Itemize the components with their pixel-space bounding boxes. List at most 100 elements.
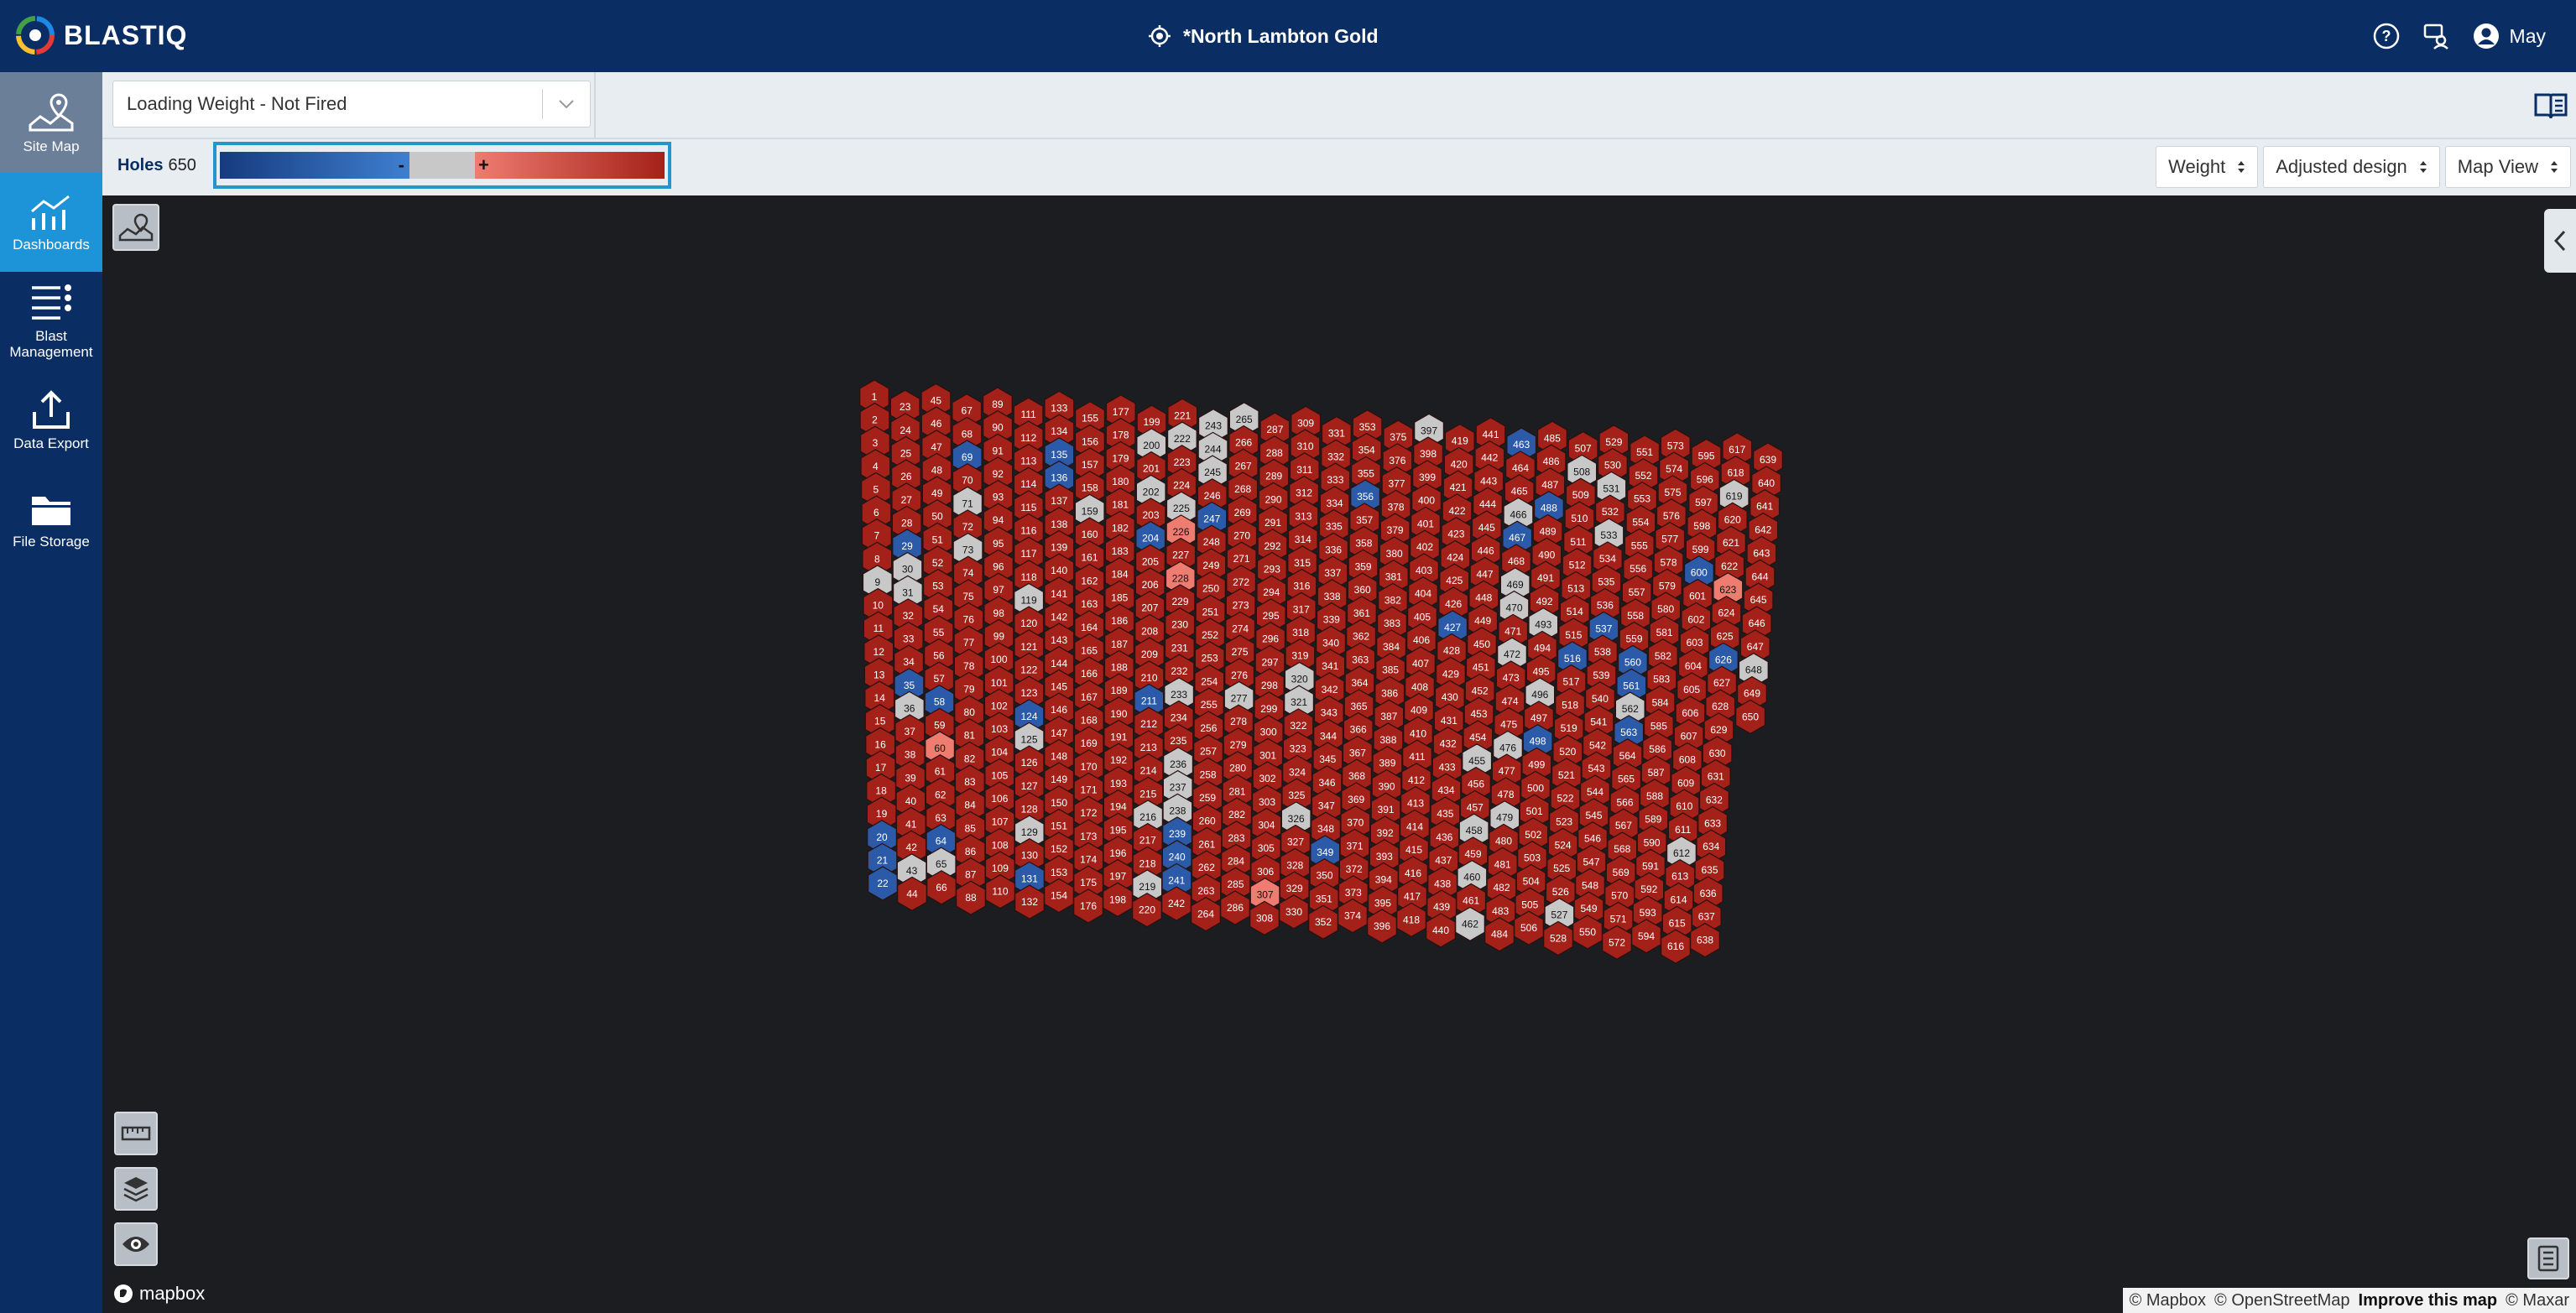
blast-hole-label: 469 — [1507, 579, 1524, 591]
blast-hole-label: 232 — [1171, 665, 1187, 677]
visibility-button[interactable] — [114, 1222, 158, 1266]
book-icon[interactable] — [2532, 87, 2569, 124]
blast-hole-label: 636 — [1700, 888, 1717, 899]
blast-hole-label: 647 — [1747, 641, 1764, 653]
blast-hole-label: 230 — [1171, 619, 1188, 631]
blast-hole-label: 142 — [1051, 612, 1067, 623]
attribution-improve[interactable]: Improve this map — [2359, 1291, 2498, 1310]
attribution-maxar[interactable]: © Maxar — [2506, 1291, 2569, 1310]
chevron-down-icon[interactable] — [543, 99, 590, 109]
blast-hole-label: 375 — [1390, 431, 1406, 443]
map-site-button[interactable] — [112, 204, 159, 251]
blast-hole-label: 13 — [873, 669, 885, 680]
sidebar-item-dashboards[interactable]: Dashboards — [0, 173, 102, 272]
blast-hole-label: 156 — [1082, 435, 1098, 447]
site-selector[interactable]: *North Lambton Gold — [1148, 17, 1379, 55]
blast-hole-label: 73 — [962, 544, 974, 556]
blast-hole-label: 403 — [1416, 565, 1432, 576]
mapbox-logo[interactable]: mapbox — [112, 1283, 205, 1305]
blast-hole-label: 60 — [934, 742, 946, 754]
blast-hole-label: 510 — [1571, 513, 1588, 524]
blast-hole-label: 51 — [932, 534, 944, 545]
blast-hole-label: 274 — [1232, 623, 1249, 634]
view-select[interactable]: Map View — [2444, 146, 2571, 188]
sidebar-item-site-map[interactable]: Site Map — [0, 72, 102, 173]
blast-hole-label: 496 — [1531, 689, 1548, 701]
blast-hole-label: 175 — [1080, 877, 1097, 888]
blast-hole-label: 494 — [1534, 643, 1551, 654]
view-select-value: Map View — [2457, 156, 2538, 177]
blast-hole-label: 483 — [1492, 905, 1509, 917]
blast-hole-label: 309 — [1297, 417, 1314, 429]
blast-hole-label: 517 — [1562, 676, 1579, 688]
blast-hole-label: 371 — [1346, 840, 1363, 852]
blast-hole-label: 637 — [1698, 911, 1715, 923]
blast-hole-label: 298 — [1261, 680, 1278, 691]
user-menu[interactable]: May — [2473, 23, 2546, 49]
blast-hole-label: 151 — [1051, 821, 1067, 832]
blast-hole-label: 617 — [1729, 444, 1745, 456]
design-select[interactable]: Adjusted design — [2263, 146, 2440, 188]
blast-hole-label: 244 — [1204, 443, 1221, 455]
layers-button[interactable] — [114, 1167, 158, 1211]
dataset-select[interactable]: Loading Weight - Not Fired — [112, 81, 591, 128]
attribution-osm[interactable]: © OpenStreetMap — [2214, 1291, 2349, 1310]
blast-hole-label: 536 — [1597, 600, 1614, 612]
sidebar-item-label: File Storage — [13, 533, 90, 550]
metric-select[interactable]: Weight — [2156, 146, 2259, 188]
measure-button[interactable] — [114, 1112, 158, 1155]
blast-hole-label: 318 — [1292, 627, 1309, 638]
eye-icon — [123, 1237, 149, 1252]
sidebar-item-file-storage[interactable]: File Storage — [0, 470, 102, 569]
blast-hole-label: 442 — [1481, 452, 1498, 464]
blast-hole-label: 287 — [1266, 424, 1283, 435]
blast-hole-label: 115 — [1020, 502, 1036, 513]
blast-hole-label: 605 — [1683, 684, 1700, 696]
sidebar-item-label: Dashboards — [13, 236, 90, 253]
blast-hole-label: 107 — [992, 816, 1009, 828]
blast-hole-label: 47 — [931, 441, 942, 453]
blast-hole-label: 572 — [1609, 936, 1625, 948]
color-legend[interactable]: - + — [213, 142, 671, 189]
help-icon[interactable]: ? — [2372, 22, 2401, 50]
blast-hole-label: 366 — [1350, 724, 1367, 736]
blast-hole-label: 325 — [1288, 789, 1305, 801]
sidebar-item-data-export[interactable]: Data Export — [0, 371, 102, 470]
attribution-mapbox[interactable]: © Mapbox — [2130, 1291, 2206, 1310]
design-select-value: Adjusted design — [2276, 156, 2407, 177]
blast-hole-label: 291 — [1265, 517, 1281, 529]
blast-hole-label: 121 — [1020, 641, 1037, 653]
ruler-icon — [121, 1126, 151, 1141]
blast-hole-label: 282 — [1228, 809, 1245, 821]
app-logo[interactable]: BLASTIQ — [15, 13, 187, 57]
panel-toggle-tab[interactable] — [2544, 209, 2576, 273]
blast-hole-label: 112 — [1020, 432, 1036, 444]
blast-hole-label: 407 — [1412, 658, 1429, 670]
blast-hole-label: 148 — [1051, 751, 1067, 763]
list-panel-button[interactable] — [2527, 1237, 2569, 1279]
sidebar-item-blast-management[interactable]: Blast Management — [0, 272, 102, 371]
blast-hole-label: 573 — [1667, 440, 1684, 451]
map-canvas[interactable]: 1 2 3 4 5 6 7 8 9 10 11 12 13 14 15 16 17 18 19 20 21 22 23 24 2… — [102, 195, 2576, 1313]
blast-hole-label: 200 — [1143, 440, 1160, 451]
blast-hole-label: 436 — [1436, 831, 1452, 843]
blast-hole-label: 537 — [1595, 623, 1612, 634]
blast-hole-label: 632 — [1706, 795, 1723, 806]
blast-hole-label: 191 — [1110, 732, 1127, 743]
blast-hole-label: 460 — [1463, 872, 1480, 883]
view-selects: Weight Adjusted design Map View — [2156, 146, 2571, 188]
blast-hole-label: 601 — [1689, 591, 1706, 602]
blast-hole-label: 177 — [1113, 406, 1129, 418]
blast-hole-label: 612 — [1673, 847, 1690, 859]
legend-minus-label: - — [398, 154, 404, 175]
blast-hole-label: 78 — [963, 660, 975, 672]
blast-hole-label: 361 — [1353, 607, 1370, 619]
blast-hole-label: 487 — [1541, 479, 1558, 491]
blast-holes-layer[interactable]: 1234567891011121314151617181920212223242… — [102, 195, 2576, 1313]
blast-hole-label: 241 — [1168, 874, 1185, 886]
support-chat-icon[interactable] — [2422, 22, 2451, 50]
blast-hole-label: 335 — [1326, 521, 1343, 533]
blast-hole-label: 528 — [1550, 933, 1567, 945]
blast-hole-label: 61 — [935, 766, 946, 778]
blast-hole-label: 370 — [1347, 817, 1364, 829]
